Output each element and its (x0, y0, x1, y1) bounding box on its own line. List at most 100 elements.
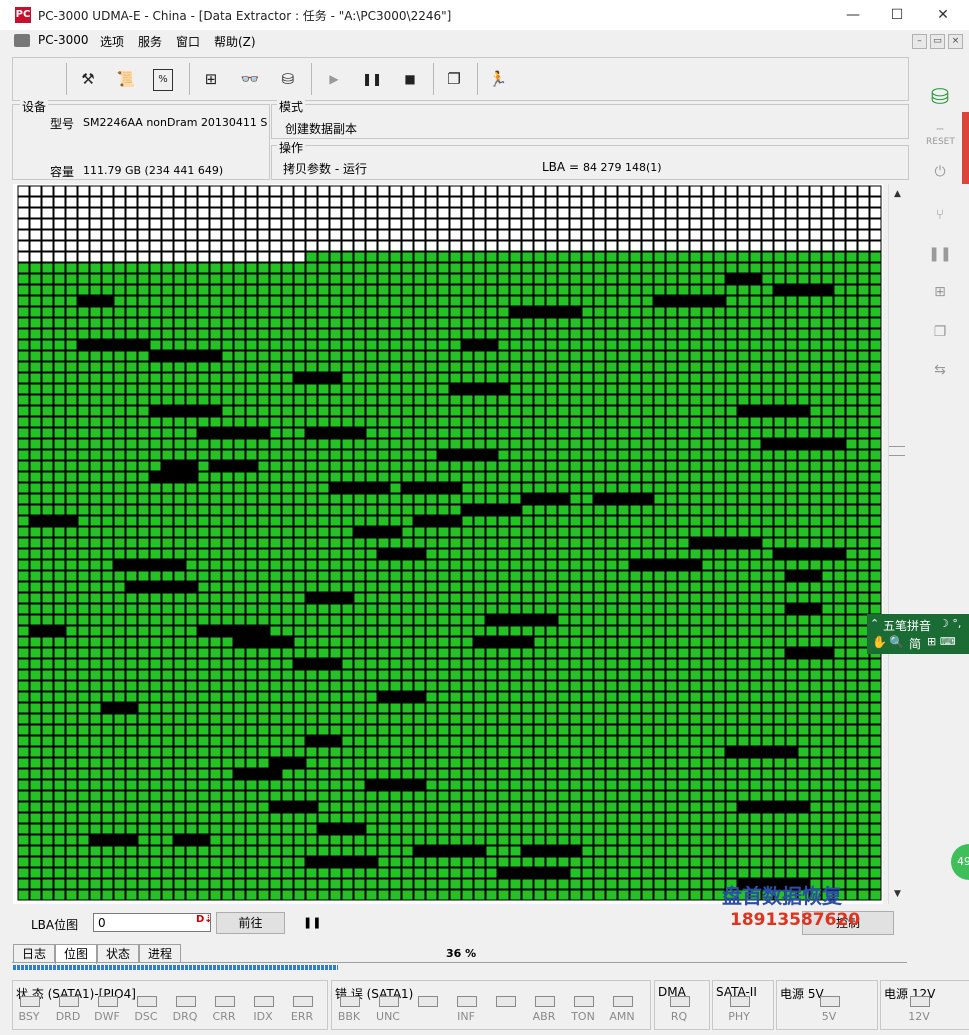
database-icon[interactable]: ⛁ (926, 82, 954, 114)
lba-input[interactable]: 0 (93, 913, 211, 932)
mdi-minimize-button[interactable]: – (912, 34, 927, 49)
windows-icon[interactable]: ❐ (441, 66, 467, 92)
lba-block (89, 251, 102, 263)
lba-block (197, 658, 210, 670)
play-icon[interactable]: ▶ (321, 66, 347, 92)
lba-block (497, 768, 510, 780)
percent-icon[interactable]: % (153, 69, 173, 91)
lba-block (53, 691, 66, 703)
lba-block (245, 416, 258, 428)
tools-icon[interactable]: ⚒ (75, 66, 101, 92)
lba-block (89, 361, 102, 373)
tab-status[interactable]: 状态 (97, 944, 139, 963)
network-icon[interactable]: ⊞ (926, 280, 954, 304)
lba-block (221, 669, 234, 681)
lba-block (113, 647, 126, 659)
lba-block (233, 603, 246, 615)
reset-icon[interactable]: ⎓ RESET (926, 124, 955, 150)
keyboard-icon[interactable]: ⊞ ⌨ (927, 635, 956, 648)
tab-progress[interactable]: 进程 (139, 944, 181, 963)
lba-block (797, 262, 810, 274)
search-icon[interactable]: 🔍 (889, 635, 904, 649)
scroll-down-icon[interactable]: ▼ (889, 886, 906, 903)
lba-block (773, 317, 786, 329)
lba-block (617, 471, 630, 483)
lba-block (185, 394, 198, 406)
menu-options[interactable]: 选项 (100, 33, 124, 50)
scroll-thumb[interactable] (889, 446, 905, 456)
pause-icon[interactable]: ❚❚ (359, 66, 385, 92)
menu-pc3000[interactable]: PC-3000 (38, 33, 88, 47)
power-icon[interactable]: ⏻ (926, 160, 954, 184)
menu-service[interactable]: 服务 (138, 33, 162, 50)
run-icon[interactable]: 🏃 (485, 66, 511, 92)
lba-block (161, 746, 174, 758)
lba-block (521, 383, 534, 395)
lba-block (113, 603, 126, 615)
lba-block (377, 548, 390, 560)
lba-input-spin-icon[interactable]: D⇣ (196, 914, 213, 925)
mdi-close-button[interactable]: × (948, 34, 963, 49)
ime-mode-label[interactable]: 五笔拼音 (883, 617, 931, 634)
lba-block (161, 526, 174, 538)
stop-icon[interactable]: ■ (397, 66, 423, 92)
scroll-icon[interactable]: 📜 (113, 66, 139, 92)
lba-block (413, 779, 426, 791)
lba-block (365, 647, 378, 659)
lba-block (857, 416, 870, 428)
hand-icon[interactable]: ✋ (872, 635, 887, 649)
lba-block (17, 889, 30, 901)
vertical-scrollbar[interactable]: ▲ ▼ (888, 184, 906, 904)
scroll-up-icon[interactable]: ▲ (889, 186, 906, 203)
lba-block (77, 889, 90, 901)
cable-icon[interactable]: ⇆ (926, 358, 954, 382)
lba-block (41, 614, 54, 626)
lba-block (365, 284, 378, 296)
app-menu-icon[interactable] (14, 34, 30, 47)
lba-block (521, 691, 534, 703)
ime-simplified-label[interactable]: 简 (909, 635, 921, 652)
go-button[interactable]: 前往 (216, 912, 285, 934)
lba-block (281, 537, 294, 549)
lba-block (389, 361, 402, 373)
lba-block (773, 746, 786, 758)
lba-block (773, 603, 786, 615)
lba-block (329, 416, 342, 428)
pause-side-icon[interactable]: ❚❚ (926, 242, 954, 266)
lba-block (581, 405, 594, 417)
lba-block (293, 427, 306, 439)
lba-block (545, 559, 558, 571)
copy-icon[interactable]: ❐ (926, 320, 954, 344)
lba-block (197, 603, 210, 615)
map-pause-button[interactable]: ❚❚ (303, 916, 321, 929)
lba-block (89, 856, 102, 868)
tab-log[interactable]: 日志 (13, 944, 55, 963)
menu-help[interactable]: 帮助(Z) (214, 33, 256, 50)
floating-badge[interactable]: 49 (951, 844, 969, 880)
ime-expand-icon[interactable]: ⌃ (870, 617, 879, 630)
disk-icon[interactable]: ⛁ (275, 66, 301, 92)
tab-bitmap[interactable]: 位图 (55, 944, 97, 964)
close-button[interactable]: ✕ (920, 0, 966, 30)
lba-block (713, 867, 726, 879)
lba-block (221, 614, 234, 626)
menu-window[interactable]: 窗口 (176, 33, 200, 50)
lba-map[interactable] (13, 184, 883, 904)
maximize-button[interactable]: ☐ (874, 0, 920, 30)
ime-punct-icon[interactable]: ☽ °, (939, 617, 961, 630)
mdi-restore-button[interactable]: ▭ (930, 34, 945, 49)
lba-block (113, 460, 126, 472)
tree-icon[interactable]: ⊞ (198, 66, 224, 92)
lba-block (593, 559, 606, 571)
lba-block (773, 735, 786, 747)
lba-block (713, 317, 726, 329)
lba-block (797, 867, 810, 879)
ime-widget[interactable]: ⌃ 五笔拼音 ☽ °, ✋ 🔍 简 ⊞ ⌨ (867, 614, 969, 654)
lba-block (401, 570, 414, 582)
lba-block (545, 427, 558, 439)
minimize-button[interactable]: — (830, 0, 876, 30)
binoculars-icon[interactable]: 👓 (237, 66, 263, 92)
branch-icon[interactable]: ⑂ (926, 203, 954, 227)
lba-block (17, 273, 30, 285)
lba-block (377, 834, 390, 846)
